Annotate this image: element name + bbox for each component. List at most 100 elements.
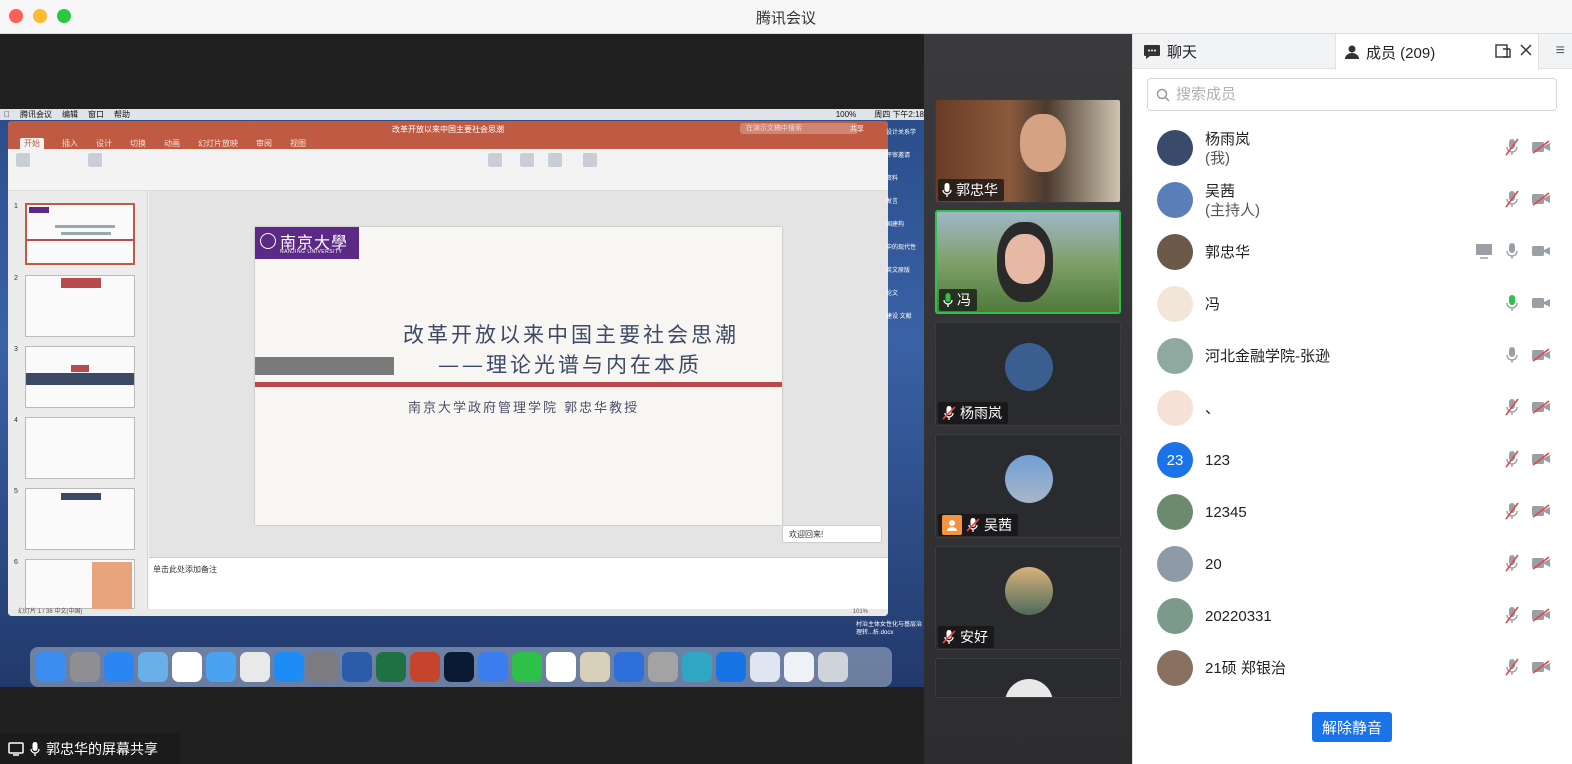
mic-icon[interactable] xyxy=(1505,242,1519,260)
member-row[interactable]: 杨雨岚 (我) xyxy=(1133,122,1572,174)
member-name: 20 xyxy=(1205,556,1222,573)
participant-name: 冯 xyxy=(957,292,971,308)
member-row[interactable]: 12345 xyxy=(1133,486,1572,538)
mic-icon xyxy=(942,183,952,197)
member-name-block: 吴茜 (主持人) xyxy=(1205,182,1260,220)
member-status-icons xyxy=(1505,658,1551,676)
powerpoint-icon xyxy=(410,652,440,682)
camera-off-icon[interactable] xyxy=(1531,400,1551,414)
menubar-item: 帮助 xyxy=(108,110,130,119)
member-role: (我) xyxy=(1205,150,1230,167)
participant-name: 安好 xyxy=(960,629,988,645)
tile-label: 安好 xyxy=(938,626,994,648)
popout-icon[interactable] xyxy=(1495,43,1511,59)
mic-muted-icon[interactable] xyxy=(1505,606,1519,624)
desktop-file: 资料 xyxy=(886,176,899,182)
screen-share-icon xyxy=(8,741,24,756)
camera-off-icon[interactable] xyxy=(1531,556,1551,570)
camera-off-icon[interactable] xyxy=(1531,660,1551,674)
mic-muted-icon[interactable] xyxy=(1505,658,1519,676)
member-name-block: 21硕 郑银治 xyxy=(1205,659,1286,678)
shared-desktop:  腾讯会议 编辑 窗口 帮助 100% 周四 下午2:18 改革开放以来中国主… xyxy=(0,109,924,687)
preview-icon xyxy=(138,652,168,682)
tab-chat[interactable]: 聊天 xyxy=(1143,34,1333,69)
member-row[interactable]: 吴茜 (主持人) xyxy=(1133,174,1572,226)
books-icon xyxy=(580,652,610,682)
member-name: 郭忠华 xyxy=(1205,244,1251,261)
participant-name: 郭忠华 xyxy=(956,182,998,198)
video-tile[interactable]: 吴茜 xyxy=(935,434,1121,538)
calendar-icon xyxy=(172,652,202,682)
search-input[interactable] xyxy=(1176,86,1546,103)
paste-icon xyxy=(16,153,30,169)
slide-decor-bar xyxy=(255,357,394,375)
trash-icon xyxy=(818,652,848,682)
ppt-titlebar: 改革开放以来中国主要社会思潮 在演示文稿中搜索 共享 xyxy=(8,121,888,137)
mic-muted-icon[interactable] xyxy=(1505,554,1519,572)
member-row[interactable]: 23 123 xyxy=(1133,434,1572,486)
video-gallery: 郭忠华 冯 杨雨岚 吴茜 安好 xyxy=(924,34,1132,764)
camera-off-icon[interactable] xyxy=(1531,452,1551,466)
participant-face xyxy=(1005,234,1045,284)
ppt-tab: 审阅 xyxy=(256,138,272,148)
ppt-tab: 动画 xyxy=(164,138,180,148)
member-row[interactable]: 21硕 郑银治 xyxy=(1133,642,1572,694)
mic-muted-icon[interactable] xyxy=(1505,502,1519,520)
member-row[interactable]: 郭忠华 xyxy=(1133,226,1572,278)
member-status-icons xyxy=(1505,294,1551,312)
screen-share-indicator[interactable]: 郭忠华的屏幕共享 xyxy=(0,733,180,764)
member-name: 杨雨岚 xyxy=(1205,131,1251,148)
mic-icon xyxy=(30,741,40,756)
desktop-file: 建设 文献 xyxy=(886,314,912,320)
photoshop-icon xyxy=(444,652,474,682)
member-avatar xyxy=(1157,546,1193,582)
slide-status: 幻灯片 1 / 36 中文(中国) xyxy=(18,609,83,615)
camera-off-icon[interactable] xyxy=(1531,348,1551,362)
member-row[interactable]: 20 xyxy=(1133,538,1572,590)
slide-thumbnails: 1 2 3 4 5 6 xyxy=(8,191,148,610)
member-name-block: 、 xyxy=(1205,399,1220,418)
slide-thumbnail xyxy=(25,559,135,610)
mic-muted-icon[interactable] xyxy=(1505,398,1519,416)
video-tile[interactable]: 冯 xyxy=(935,210,1121,314)
mic-muted-icon[interactable] xyxy=(1505,138,1519,156)
logo-en: NANJING UNIVERSITY xyxy=(280,249,343,255)
mic-muted-icon[interactable] xyxy=(1505,450,1519,468)
member-avatar xyxy=(1157,130,1193,166)
mic-muted-icon[interactable] xyxy=(1505,190,1519,208)
member-row[interactable]: 20220331 xyxy=(1133,590,1572,642)
member-row[interactable]: 河北金融学院-张逊 xyxy=(1133,330,1572,382)
desktop-file: 发言 xyxy=(886,199,899,205)
member-row[interactable]: 冯 xyxy=(1133,278,1572,330)
member-name: 21硕 郑银治 xyxy=(1205,660,1286,677)
ppt-tab: 切换 xyxy=(130,138,146,148)
mic-icon[interactable] xyxy=(1505,346,1519,364)
camera-off-icon[interactable] xyxy=(1531,192,1551,206)
video-tile[interactable]: 杨雨岚 xyxy=(935,322,1121,426)
menubar-item: 腾讯会议 xyxy=(14,110,52,119)
thumb-number: 4 xyxy=(14,417,18,424)
search-icon xyxy=(1156,88,1170,102)
documents-icon xyxy=(784,652,814,682)
video-tile[interactable] xyxy=(935,658,1121,698)
menu-icon[interactable]: ≡ xyxy=(1556,42,1565,60)
mic-active-icon[interactable] xyxy=(1505,294,1519,312)
member-name: 20220331 xyxy=(1205,608,1272,625)
member-search[interactable] xyxy=(1147,78,1557,111)
slide-thumbnail xyxy=(25,488,135,550)
camera-icon[interactable] xyxy=(1531,296,1551,310)
camera-off-icon[interactable] xyxy=(1531,504,1551,518)
ppt-tab: 视图 xyxy=(290,138,306,148)
member-row[interactable]: 、 xyxy=(1133,382,1572,434)
unmute-button[interactable]: 解除静音 xyxy=(1312,712,1392,742)
camera-icon[interactable] xyxy=(1531,244,1551,258)
video-tile[interactable]: 郭忠华 xyxy=(935,99,1121,203)
close-icon[interactable] xyxy=(1519,43,1533,57)
video-tile[interactable]: 安好 xyxy=(935,546,1121,650)
camera-off-icon[interactable] xyxy=(1531,608,1551,622)
camera-off-icon[interactable] xyxy=(1531,140,1551,154)
member-avatar xyxy=(1157,286,1193,322)
member-name: 12345 xyxy=(1205,504,1247,521)
member-avatar: 23 xyxy=(1157,442,1193,478)
member-avatar xyxy=(1157,234,1193,270)
